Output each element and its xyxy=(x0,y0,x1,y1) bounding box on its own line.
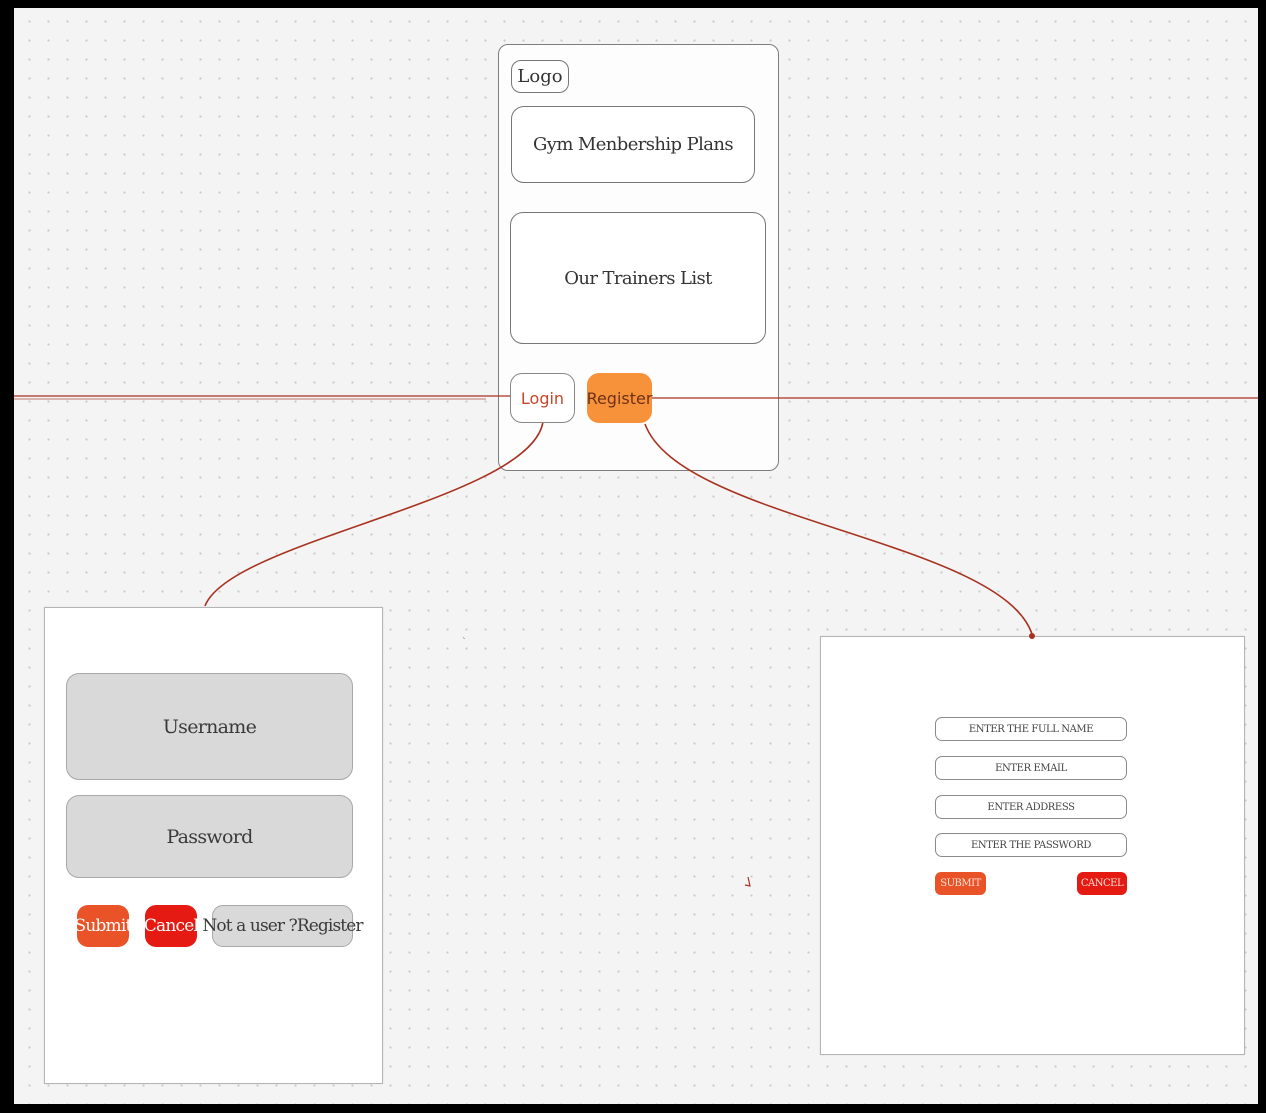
register-cancel-button[interactable]: CANCEL xyxy=(1077,872,1127,895)
membership-plans-box[interactable]: Gym Menbership Plans xyxy=(511,106,755,183)
username-field[interactable]: Username xyxy=(66,673,353,780)
not-a-user-register-button[interactable]: Not a user ?Register xyxy=(202,905,363,947)
password-input[interactable] xyxy=(935,833,1127,857)
register-submit-button[interactable]: SUBMIT xyxy=(935,872,986,895)
email-input[interactable] xyxy=(935,756,1127,780)
canvas-cursor-mark: ˎ xyxy=(462,630,467,640)
trainers-list-box[interactable]: Our Trainers List xyxy=(510,212,766,344)
address-input[interactable] xyxy=(935,795,1127,819)
register-button[interactable]: Register xyxy=(587,373,652,423)
password-field[interactable]: Password xyxy=(66,795,353,878)
login-cancel-button[interactable]: Cancel xyxy=(144,905,199,947)
logo-box: Logo xyxy=(511,60,569,93)
login-button[interactable]: Login xyxy=(510,373,575,423)
full-name-input[interactable] xyxy=(935,717,1127,741)
login-submit-button[interactable]: Submit xyxy=(74,905,132,947)
